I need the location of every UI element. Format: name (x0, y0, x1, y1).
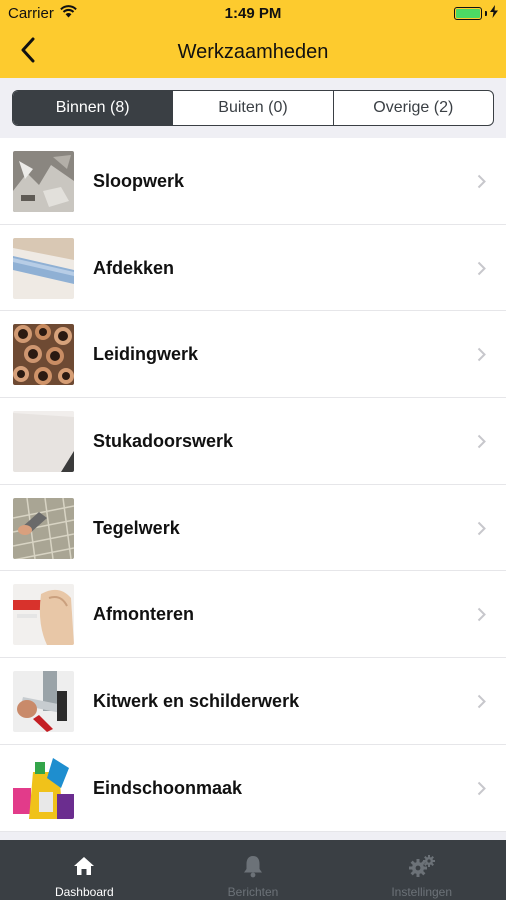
chevron-right-icon (466, 261, 496, 276)
segment-buiten[interactable]: Buiten (0) (172, 91, 332, 125)
battery-tip (485, 10, 487, 16)
covering-thumbnail (13, 237, 74, 299)
list-item-tegelwerk[interactable]: Tegelwerk (0, 485, 506, 572)
tab-label: Berichten (227, 885, 279, 899)
bell-icon (242, 851, 264, 881)
battery-indicator (454, 4, 498, 22)
pipes-thumbnail (13, 324, 74, 386)
list-item-label: Kitwerk en schilderwerk (93, 690, 300, 711)
list-item-label: Tegelwerk (93, 517, 180, 538)
chevron-right-icon (466, 607, 496, 622)
list-item-stukadoorswerk[interactable]: Stukadoorswerk (0, 398, 506, 485)
tiling-thumbnail (13, 497, 74, 559)
charging-bolt-icon (490, 4, 498, 22)
finishing-thumbnail (13, 584, 74, 646)
list-item-afmonteren[interactable]: Afmonteren (0, 571, 506, 658)
caulking-thumbnail (13, 670, 74, 732)
home-icon (73, 851, 95, 881)
work-list: Sloopwerk Afdekken Leidingwerk Stukadoor… (0, 138, 506, 832)
tab-label: Dashboard (54, 885, 114, 899)
list-item-label: Leidingwerk (93, 344, 199, 365)
tab-berichten[interactable]: Berichten (169, 840, 338, 900)
cleaning-thumbnail (13, 757, 74, 819)
tab-instellingen[interactable]: Instellingen (337, 840, 506, 900)
segment-overige[interactable]: Overige (2) (332, 91, 493, 125)
carrier-label: Carrier (8, 4, 54, 22)
status-bar: Carrier 1:49 PM (0, 0, 506, 26)
list-item-label: Sloopwerk (93, 170, 185, 191)
demolition-thumbnail (13, 150, 74, 212)
list-item-eindschoonmaak[interactable]: Eindschoonmaak (0, 745, 506, 832)
chevron-right-icon (466, 521, 496, 536)
back-button[interactable] (8, 32, 48, 72)
chevron-right-icon (466, 434, 496, 449)
chevron-right-icon (466, 347, 496, 362)
tab-label: Instellingen (391, 885, 453, 899)
chevron-left-icon (20, 37, 36, 68)
tab-dashboard[interactable]: Dashboard (0, 840, 169, 900)
list-item-sloopwerk[interactable]: Sloopwerk (0, 138, 506, 225)
plaster-thumbnail (13, 410, 74, 472)
chevron-right-icon (466, 694, 496, 709)
list-item-label: Stukadoorswerk (93, 430, 234, 451)
list-item-afdekken[interactable]: Afdekken (0, 225, 506, 312)
list-item-label: Afmonteren (93, 604, 195, 625)
list-item-label: Afdekken (93, 257, 175, 278)
battery-fill (456, 8, 480, 18)
segment-binnen[interactable]: Binnen (8) (13, 91, 173, 125)
status-left: Carrier (8, 5, 77, 22)
wifi-icon (60, 4, 77, 22)
list-item-label: Eindschoonmaak (93, 777, 243, 798)
segmented-control: Binnen (8) Buiten (0) Overige (2) (12, 90, 494, 126)
segment-container: Binnen (8) Buiten (0) Overige (2) (0, 78, 506, 138)
chevron-right-icon (466, 174, 496, 189)
gears-icon (408, 851, 436, 881)
tab-bar: Dashboard Berichten Instellingen (0, 840, 506, 900)
list-item-leidingwerk[interactable]: Leidingwerk (0, 311, 506, 398)
nav-bar: Werkzaamheden (0, 26, 506, 78)
list-item-kitwerk-en-schilderwerk[interactable]: Kitwerk en schilderwerk (0, 658, 506, 745)
battery-icon (454, 6, 482, 20)
page-title: Werkzaamheden (177, 40, 329, 63)
chevron-right-icon (466, 781, 496, 796)
